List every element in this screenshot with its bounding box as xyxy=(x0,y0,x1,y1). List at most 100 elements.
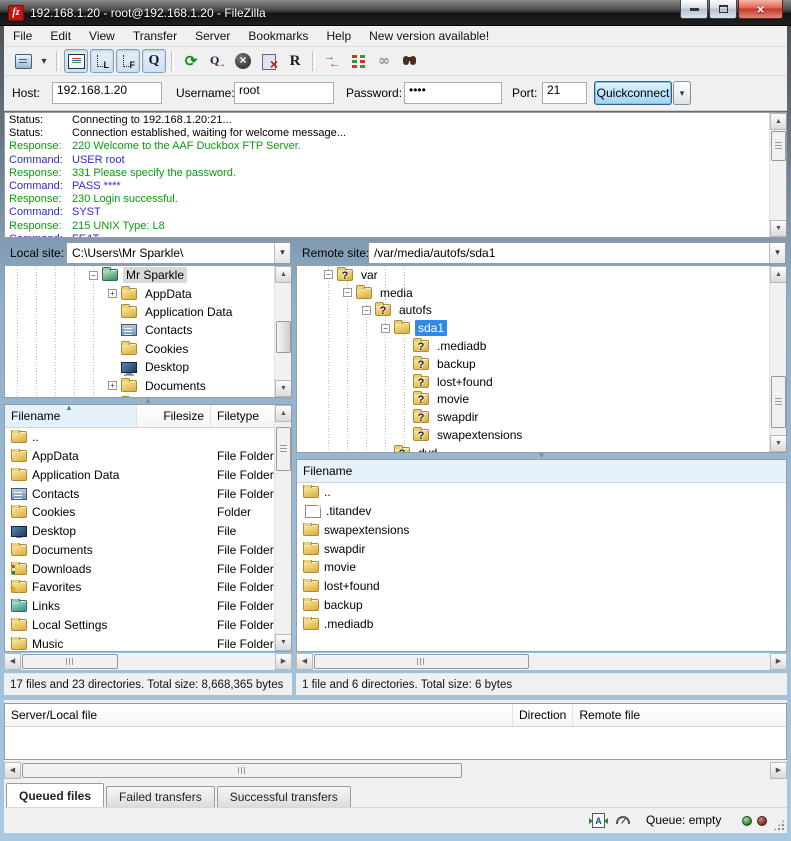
refresh-icon[interactable] xyxy=(179,49,203,73)
scroll-down-button[interactable]: ▼ xyxy=(770,435,787,452)
site-manager-dropdown-icon[interactable] xyxy=(37,49,51,73)
local-tree-scrollbar[interactable]: ▲ ▼ xyxy=(274,266,291,397)
tree-item[interactable]: Mr Sparkle xyxy=(5,266,291,284)
port-input[interactable]: 21 xyxy=(542,82,587,104)
queue-hscrollbar[interactable]: ◀ ▶ xyxy=(4,762,787,779)
local-list-scrollbar[interactable]: ▲ ▼ xyxy=(274,405,291,651)
username-input[interactable]: root xyxy=(234,82,334,104)
scroll-right-button[interactable]: ▶ xyxy=(275,653,292,670)
scroll-down-button[interactable]: ▼ xyxy=(275,634,292,651)
scroll-thumb[interactable] xyxy=(771,131,786,161)
scroll-thumb[interactable] xyxy=(22,763,462,778)
file-row[interactable]: Documents File Folder xyxy=(5,541,274,560)
file-row[interactable]: .. xyxy=(297,483,786,502)
chevron-down-icon[interactable]: ▾ xyxy=(274,243,290,263)
reconnect-icon[interactable] xyxy=(283,49,307,73)
scroll-thumb[interactable] xyxy=(314,654,529,669)
file-row[interactable]: Application Data File Folder xyxy=(5,466,274,485)
tree-item[interactable]: sda1 xyxy=(297,319,786,337)
file-row[interactable]: .titandev xyxy=(297,502,786,521)
tree-item[interactable]: AppData xyxy=(5,284,291,302)
tree-item[interactable]: Application Data xyxy=(5,303,291,321)
menu-item[interactable]: File xyxy=(4,29,41,43)
toggle-remote-tree-icon[interactable] xyxy=(116,49,140,73)
file-row[interactable]: swapdir xyxy=(297,539,786,558)
scroll-up-button[interactable]: ▲ xyxy=(770,266,787,283)
scroll-left-button[interactable]: ◀ xyxy=(296,653,313,670)
toggle-queue-icon[interactable] xyxy=(142,49,166,73)
file-row[interactable]: Favorites File Folder xyxy=(5,578,274,597)
file-row[interactable]: Links File Folder xyxy=(5,597,274,616)
file-row[interactable]: .mediadb xyxy=(297,614,786,633)
cancel-icon[interactable] xyxy=(231,49,255,73)
transfer-type-icon[interactable]: A xyxy=(592,813,605,828)
column-header-remote-file[interactable]: Remote file xyxy=(573,704,786,726)
file-row[interactable]: swapextensions xyxy=(297,521,786,540)
menu-item[interactable]: Edit xyxy=(41,29,80,43)
disconnect-icon[interactable] xyxy=(257,49,281,73)
scroll-thumb[interactable] xyxy=(276,321,291,353)
tree-item[interactable]: movie xyxy=(297,391,786,409)
tree-item[interactable]: backup xyxy=(297,355,786,373)
tree-item[interactable]: .mediadb xyxy=(297,337,786,355)
column-header-filesize[interactable]: Filesize xyxy=(137,405,211,427)
tree-item[interactable]: Contacts xyxy=(5,321,291,339)
remote-site-combo[interactable]: /var/media/autofs/sda1 ▾ xyxy=(368,242,786,264)
queue-tab[interactable]: Successful transfers xyxy=(217,786,351,807)
local-hscrollbar[interactable]: ◀ ▶ xyxy=(4,653,292,670)
local-site-combo[interactable]: C:\Users\Mr Sparkle\ ▾ xyxy=(66,242,291,264)
directory-comparison-icon[interactable] xyxy=(320,49,344,73)
toggle-message-log-icon[interactable] xyxy=(64,49,88,73)
file-row[interactable]: .. xyxy=(5,428,274,447)
tree-item[interactable]: media xyxy=(297,284,786,302)
file-row[interactable]: lost+found xyxy=(297,577,786,596)
close-button[interactable]: × xyxy=(738,0,783,19)
tree-item[interactable]: lost+found xyxy=(297,373,786,391)
menu-item[interactable]: Help xyxy=(317,29,360,43)
tree-expander-icon[interactable] xyxy=(324,270,333,279)
scroll-left-button[interactable]: ◀ xyxy=(4,762,21,779)
tree-expander-icon[interactable] xyxy=(108,289,117,298)
file-row[interactable]: AppData File Folder xyxy=(5,447,274,466)
tree-item[interactable]: Documents xyxy=(5,376,291,394)
tree-expander-icon[interactable] xyxy=(108,381,117,390)
file-row[interactable]: Contacts File Folder xyxy=(5,484,274,503)
file-row[interactable]: backup xyxy=(297,596,786,615)
file-row[interactable]: Downloads File Folder xyxy=(5,559,274,578)
scroll-thumb[interactable] xyxy=(276,427,291,471)
scroll-up-button[interactable]: ▲ xyxy=(770,113,787,130)
tree-item[interactable]: var xyxy=(297,266,786,284)
scroll-right-button[interactable]: ▶ xyxy=(770,762,787,779)
menu-item[interactable]: View xyxy=(80,29,124,43)
menu-item[interactable]: Server xyxy=(186,29,239,43)
password-input[interactable]: •••• xyxy=(404,82,502,104)
file-row[interactable]: Music File Folder xyxy=(5,634,274,651)
menu-item[interactable]: Transfer xyxy=(124,29,186,43)
minimize-button[interactable] xyxy=(680,0,708,19)
scroll-thumb[interactable] xyxy=(771,376,786,428)
tree-item[interactable]: autofs xyxy=(297,302,786,320)
menu-item[interactable]: Bookmarks xyxy=(239,29,317,43)
scroll-thumb[interactable] xyxy=(22,654,118,669)
quickconnect-button[interactable]: Quickconnect xyxy=(594,81,672,105)
scroll-down-button[interactable]: ▼ xyxy=(770,220,787,237)
column-header-local-file[interactable]: Server/Local file xyxy=(5,704,513,726)
file-row[interactable]: Cookies Folder xyxy=(5,503,274,522)
scroll-left-button[interactable]: ◀ xyxy=(4,653,21,670)
menu-item[interactable]: New version available! xyxy=(360,29,498,43)
queue-tab[interactable]: Queued files xyxy=(6,783,104,807)
tree-item[interactable]: swapdir xyxy=(297,408,786,426)
search-icon[interactable] xyxy=(398,49,422,73)
toggle-local-tree-icon[interactable] xyxy=(90,49,114,73)
file-row[interactable]: movie xyxy=(297,558,786,577)
speed-limit-icon[interactable] xyxy=(616,816,630,824)
link-icon[interactable] xyxy=(372,49,396,73)
tree-expander-icon[interactable] xyxy=(381,324,390,333)
queue-tab[interactable]: Failed transfers xyxy=(106,786,215,807)
tree-item[interactable]: Desktop xyxy=(5,358,291,376)
resize-grip[interactable] xyxy=(773,819,785,831)
tree-expander-icon[interactable] xyxy=(89,271,98,280)
tree-item[interactable]: swapextensions xyxy=(297,426,786,444)
chevron-down-icon[interactable]: ▾ xyxy=(769,243,785,263)
tree-expander-icon[interactable] xyxy=(343,288,352,297)
